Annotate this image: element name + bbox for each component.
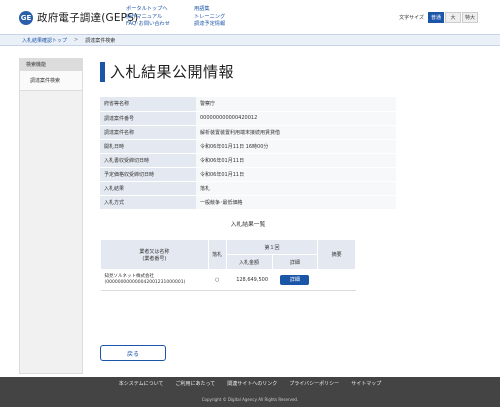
info-label: 府省等名称	[100, 97, 196, 112]
font-size-large-button[interactable]: 大	[445, 12, 461, 23]
info-value: 令和06年01月11日	[196, 167, 396, 183]
supplier-cell: 知見ソルネット株式会社 (000000000000042001231000001…	[100, 269, 209, 291]
site-footer: 本システムについて ご利用にあたって 関連サイトへのリンク プライバシーポリシー…	[0, 377, 500, 407]
title-accent-bar	[100, 62, 105, 82]
info-label: 入札書収受締切日時	[100, 153, 196, 168]
info-value: 令和06年01月11日 16時00分	[196, 139, 396, 154]
sidebar: 検索機能 調達案件検索	[19, 58, 83, 374]
breadcrumb-separator-icon: >	[74, 37, 79, 43]
info-row: 入札書収受締切日時 令和06年01月11日	[100, 153, 396, 168]
info-label: 入札結果	[100, 181, 196, 197]
info-row: 調達案件番号 000000000000420012	[100, 111, 396, 126]
geps-logo-icon: GE	[19, 10, 33, 25]
case-info-table: 府省等名称 警察庁 調達案件番号 000000000000420012 調達案件名称 解析…	[100, 97, 396, 211]
footer-link-sitemap[interactable]: サイトマップ	[351, 380, 381, 387]
header-links-group-1: ポータルトップへ 操作マニュアル FAQ･お問い合わせ	[126, 6, 170, 29]
font-size-normal-button[interactable]: 普通	[428, 12, 444, 23]
amount-cell: 128,649,500	[226, 269, 272, 291]
note-cell	[317, 269, 356, 291]
info-row: 開札日時 令和06年01月11日 16時00分	[100, 139, 396, 154]
footer-link-privacy[interactable]: プライバシーポリシー	[289, 380, 339, 387]
award-cell: ○	[208, 269, 227, 291]
footer-link-usage[interactable]: ご利用にあたって	[176, 380, 216, 387]
portal-top-link[interactable]: ポータルトップへ	[126, 6, 170, 14]
info-label: 予定価格収受締切日時	[100, 167, 196, 183]
sidebar-heading: 検索機能	[20, 59, 82, 71]
info-value: 000000000000420012	[196, 111, 396, 126]
breadcrumb: 入札結果確認トップ > 調達案件検索	[0, 34, 500, 46]
detail-button[interactable]: 詳細	[280, 275, 310, 285]
info-row: 予定価格収受締切日時 令和06年01月11日	[100, 167, 396, 183]
info-row: 調達案件名称 解析装置装置利用端末接続用賃貸借	[100, 125, 396, 140]
detail-cell: 詳細	[272, 269, 318, 291]
breadcrumb-item-top[interactable]: 入札結果確認トップ	[22, 37, 67, 44]
site-header: GE 政府電子調達(GEPS) ポータルトップへ 操作マニュアル FAQ･お問い…	[0, 0, 500, 34]
info-value: 警察庁	[196, 97, 396, 112]
info-label: 調達案件名称	[100, 125, 196, 140]
info-row: 入札方式 一般競争･最低価格	[100, 195, 396, 211]
results-table: 業者又は名称 (業者番号) 落札 第１回 摘要 入札金額 詳細 知見ソルネット株…	[100, 239, 356, 291]
detail-header: 詳細	[271, 254, 319, 270]
font-size-label: 文字サイズ	[399, 15, 424, 21]
font-size-xlarge-button[interactable]: 特大	[462, 12, 478, 23]
round-header: 第１回	[225, 239, 319, 255]
info-label: 調達案件番号	[100, 111, 196, 126]
glossary-link[interactable]: 用語集	[194, 6, 225, 14]
footer-link-related-sites[interactable]: 関連サイトへのリンク	[227, 380, 277, 387]
amount-header: 入札金額	[225, 254, 273, 270]
footer-links: 本システムについて ご利用にあたって 関連サイトへのリンク プライバシーポリシー…	[0, 380, 500, 387]
footer-link-about[interactable]: 本システムについて	[119, 380, 164, 387]
info-value: 令和06年01月11日	[196, 153, 396, 168]
results-title: 入札結果一覧	[230, 222, 266, 228]
page-title: 入札結果公開情報	[110, 63, 235, 81]
info-label: 入札方式	[100, 195, 196, 211]
info-value: 一般競争･最低価格	[196, 195, 396, 211]
site-logo[interactable]: GE 政府電子調達(GEPS)	[19, 10, 138, 25]
back-button[interactable]: 戻る	[100, 345, 166, 361]
site-title: 政府電子調達(GEPS)	[37, 12, 139, 24]
faq-link[interactable]: FAQ･お問い合わせ	[126, 21, 170, 29]
table-row: 知見ソルネット株式会社 (000000000000042001231000001…	[100, 269, 356, 291]
info-row: 府省等名称 警察庁	[100, 97, 396, 112]
procurement-plan-link[interactable]: 調達予定情報	[194, 21, 225, 29]
info-label: 開札日時	[100, 139, 196, 154]
award-header: 落札	[207, 239, 227, 270]
sidebar-item-case-search[interactable]: 調達案件検索	[20, 71, 82, 91]
breadcrumb-item-search[interactable]: 調達案件検索	[85, 37, 115, 44]
info-row: 入札結果 落札	[100, 181, 396, 197]
font-size-switcher: 文字サイズ 普通 大 特大	[399, 12, 478, 23]
copyright: Copyright © Digital Agency All Rights Re…	[201, 397, 299, 402]
info-value: 落札	[196, 181, 396, 197]
info-value: 解析装置装置利用端末接続用賃貸借	[196, 125, 396, 140]
header-links-group-2: 用語集 トレーニング 調達予定情報	[194, 6, 225, 29]
note-header: 摘要	[317, 239, 356, 270]
supplier-header: 業者又は名称 (業者番号)	[100, 239, 209, 270]
